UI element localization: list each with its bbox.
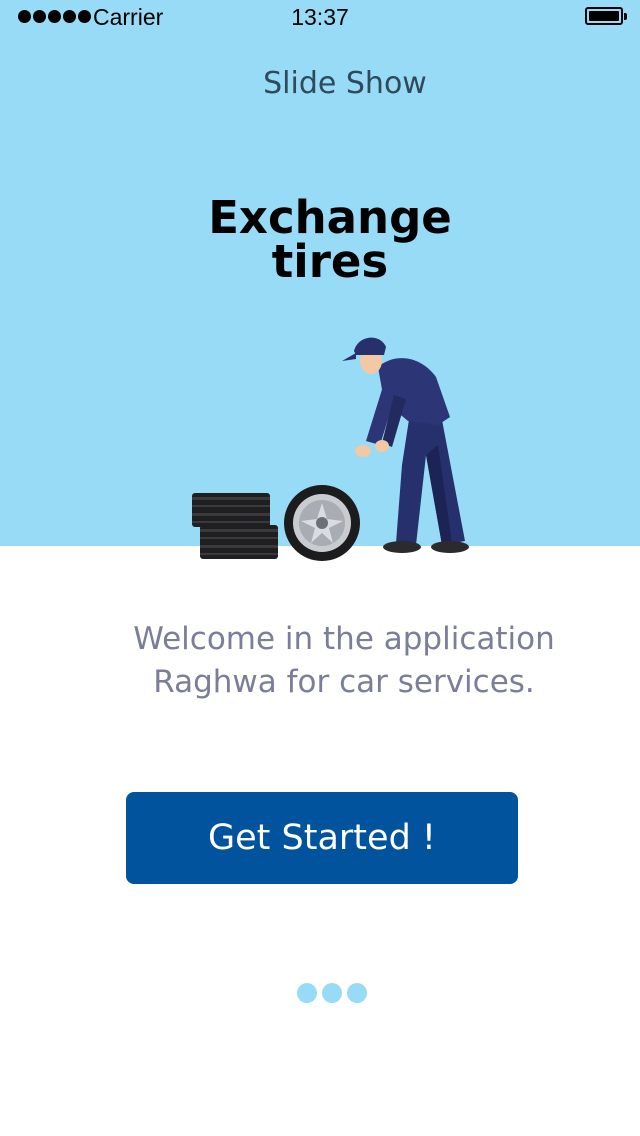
mechanic-figure [342, 337, 469, 553]
welcome-line-1: Welcome in the application [133, 621, 555, 657]
get-started-button[interactable]: Get Started ! [126, 792, 518, 884]
screen: Carrier 13:37 Slide Show Exchange tires [0, 0, 640, 1136]
welcome-line-2: Raghwa for car services. [153, 664, 535, 700]
mechanic-with-tires-illustration [192, 337, 469, 561]
page-dot[interactable] [297, 983, 317, 1003]
slide-headline: Exchange tires [150, 191, 510, 288]
battery-icon [585, 7, 627, 25]
slide-headline-line-2: tires [271, 235, 389, 288]
page-title: Slide Show [263, 66, 427, 101]
wheel-icon [284, 485, 360, 561]
status-time: 13:37 [291, 4, 349, 30]
page-dot[interactable] [347, 983, 367, 1003]
status-bar: Carrier 13:37 [0, 0, 640, 34]
page-indicator[interactable] [297, 983, 367, 1003]
page-dot[interactable] [322, 983, 342, 1003]
tire-stack-icon [192, 493, 278, 559]
welcome-message: Welcome in the application Raghwa for ca… [60, 618, 600, 704]
slide-headline-line-1: Exchange [208, 191, 452, 244]
